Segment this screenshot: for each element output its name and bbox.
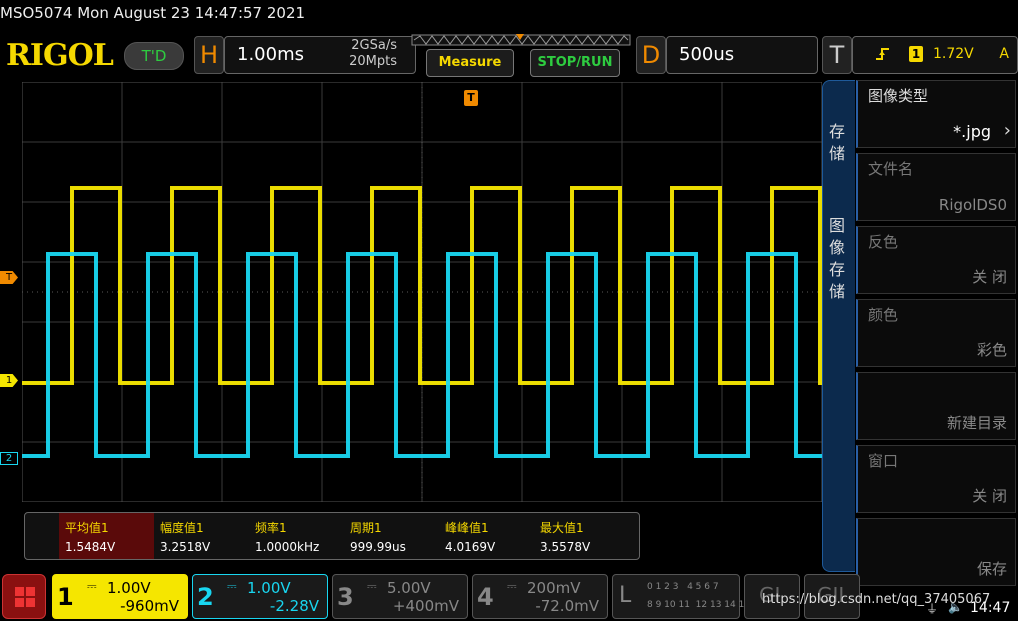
channel-scale: 5.00V — [387, 579, 431, 597]
channel-2-button[interactable]: 2 ⎓ 1.00V -2.28V — [192, 574, 328, 619]
measure-period[interactable]: 周期1 999.99us — [344, 513, 439, 559]
menu-file-name[interactable]: 文件名 RigolDS0 — [856, 153, 1016, 221]
trigger-source-badge: 1 — [909, 46, 923, 62]
stop-run-button[interactable]: STOP/RUN — [530, 49, 620, 77]
channel-number: 3 — [337, 583, 354, 611]
menu-item-value: 新建目录 — [946, 414, 1007, 432]
channel-offset: -960mV — [120, 597, 179, 615]
ch1-offset-marker[interactable]: 1 — [0, 374, 18, 387]
menu-item-value: RigolDS0 — [938, 196, 1007, 214]
menu-item-value: 保存 — [976, 560, 1007, 578]
la-letter: L — [619, 583, 632, 608]
menu-image-type[interactable]: 图像类型 *.jpg › — [856, 80, 1016, 148]
channel-scale: 1.00V — [107, 579, 151, 597]
menu-item-title: 文件名 — [868, 160, 914, 178]
trigger-level: 1.72V — [933, 46, 974, 62]
menu-color[interactable]: 颜色 彩色 — [856, 299, 1016, 367]
waveform-grid[interactable] — [22, 82, 822, 502]
measure-amplitude[interactable]: 幅度值1 3.2518V — [154, 513, 249, 559]
dc-coupling-icon: ⎓ — [507, 579, 517, 593]
channel-1-button[interactable]: 1 ⎓ 1.00V -960mV — [52, 574, 188, 619]
measure-value: 1.0000kHz — [255, 540, 320, 554]
home-button[interactable] — [2, 574, 46, 619]
logic-analyzer-button[interactable]: L 0 1 2 3 4 5 6 7 8 9 10 11 12 13 14 15 — [612, 574, 750, 619]
trigger-position-marker[interactable]: T — [464, 90, 478, 106]
tab-storage[interactable]: 存 储 — [829, 121, 845, 165]
dc-coupling-icon: ⎓ — [367, 579, 377, 593]
menu-item-value: 关 闭 — [972, 268, 1007, 286]
channel-number: 1 — [57, 583, 74, 611]
clock: 14:47 — [970, 600, 1011, 616]
trigger-status-badge: T'D — [124, 42, 184, 70]
rising-edge-icon — [876, 48, 889, 60]
measure-value: 999.99us — [350, 540, 406, 554]
measure-label: 最大值1 — [540, 521, 584, 535]
rigol-logo: RIGOL — [6, 38, 114, 73]
menu-side-tab: 存 储 图 像 存 储 — [822, 80, 855, 572]
sample-rate: 2GSa/s — [351, 38, 397, 53]
trigger-level-marker[interactable]: T — [0, 271, 18, 284]
delay-button[interactable]: D — [636, 36, 666, 74]
menu-item-value: 彩色 — [976, 341, 1007, 359]
speaker-icon[interactable]: 🔈 — [948, 600, 963, 614]
channel-scale: 1.00V — [247, 579, 291, 597]
channel-scale: 200mV — [527, 579, 581, 597]
app-grid-icon — [15, 587, 35, 607]
measure-value: 3.2518V — [160, 540, 211, 554]
channel-offset: -2.28V — [269, 597, 319, 615]
menu-item-title: 窗口 — [868, 452, 899, 470]
la-channels-row2: 8 9 10 11 12 13 14 15 — [647, 600, 751, 610]
channel-4-button[interactable]: 4 ⎓ 200mV -72.0mV — [472, 574, 608, 619]
menu-window[interactable]: 窗口 关 闭 — [856, 445, 1016, 513]
channel-offset: +400mV — [392, 597, 459, 615]
menu-save[interactable]: 保存 — [856, 518, 1016, 586]
menu-item-value: *.jpg — [953, 122, 991, 141]
measurement-panel: 平均值1 1.5484V 幅度值1 3.2518V 频率1 1.0000kHz … — [24, 512, 640, 560]
menu-item-title: 反色 — [868, 233, 899, 251]
measure-max[interactable]: 最大值1 3.5578V — [534, 513, 629, 559]
trigger-mode: A — [999, 46, 1009, 62]
menu-item-title: 图像类型 — [868, 87, 929, 105]
tab-image-storage[interactable]: 图 像 存 储 — [829, 215, 845, 303]
memory-depth: 20Mpts — [349, 54, 397, 69]
measure-frequency[interactable]: 频率1 1.0000kHz — [249, 513, 344, 559]
delay-value: 500us — [679, 44, 735, 65]
timebase-value: 1.00ms — [237, 44, 304, 65]
measure-value: 4.0169V — [445, 540, 496, 554]
status-line: MSO5074 Mon August 23 14:47:57 2021 — [0, 4, 306, 22]
measure-value: 1.5484V — [65, 540, 116, 554]
ch2-offset-marker[interactable]: 2 — [0, 452, 18, 465]
memory-ruler — [411, 34, 631, 46]
menu-new-folder[interactable]: 新建目录 — [856, 372, 1016, 440]
measure-button[interactable]: Measure — [426, 49, 514, 77]
measure-peak-to-peak[interactable]: 峰峰值1 4.0169V — [439, 513, 534, 559]
trigger-button[interactable]: T — [822, 36, 852, 74]
measure-label: 平均值1 — [65, 521, 109, 535]
usb-icon: ⏚ — [926, 602, 939, 616]
measure-label: 频率1 — [255, 521, 287, 535]
delay-panel[interactable]: 500us — [666, 36, 818, 74]
la-channels-row1: 0 1 2 3 4 5 6 7 — [647, 582, 719, 592]
channel-number: 4 — [477, 583, 494, 611]
chevron-right-icon: › — [1003, 120, 1011, 141]
measure-label: 周期1 — [350, 521, 382, 535]
menu-item-title: 颜色 — [868, 306, 899, 324]
horizontal-button[interactable]: H — [194, 36, 224, 74]
measure-label: 峰峰值1 — [445, 521, 489, 535]
trigger-panel[interactable]: 1 1.72V A — [852, 36, 1018, 74]
channel-number: 2 — [197, 583, 214, 611]
measure-value: 3.5578V — [540, 540, 591, 554]
measure-mean[interactable]: 平均值1 1.5484V — [59, 513, 154, 559]
dc-coupling-icon: ⎓ — [87, 579, 97, 593]
menu-invert[interactable]: 反色 关 闭 — [856, 226, 1016, 294]
measure-label: 幅度值1 — [160, 521, 204, 535]
dc-coupling-icon: ⎓ — [227, 579, 237, 593]
horizontal-panel[interactable]: 1.00ms 2GSa/s 20Mpts — [224, 36, 416, 74]
menu-item-value: 关 闭 — [972, 487, 1007, 505]
channel-3-button[interactable]: 3 ⎓ 5.00V +400mV — [332, 574, 468, 619]
channel-offset: -72.0mV — [535, 597, 599, 615]
